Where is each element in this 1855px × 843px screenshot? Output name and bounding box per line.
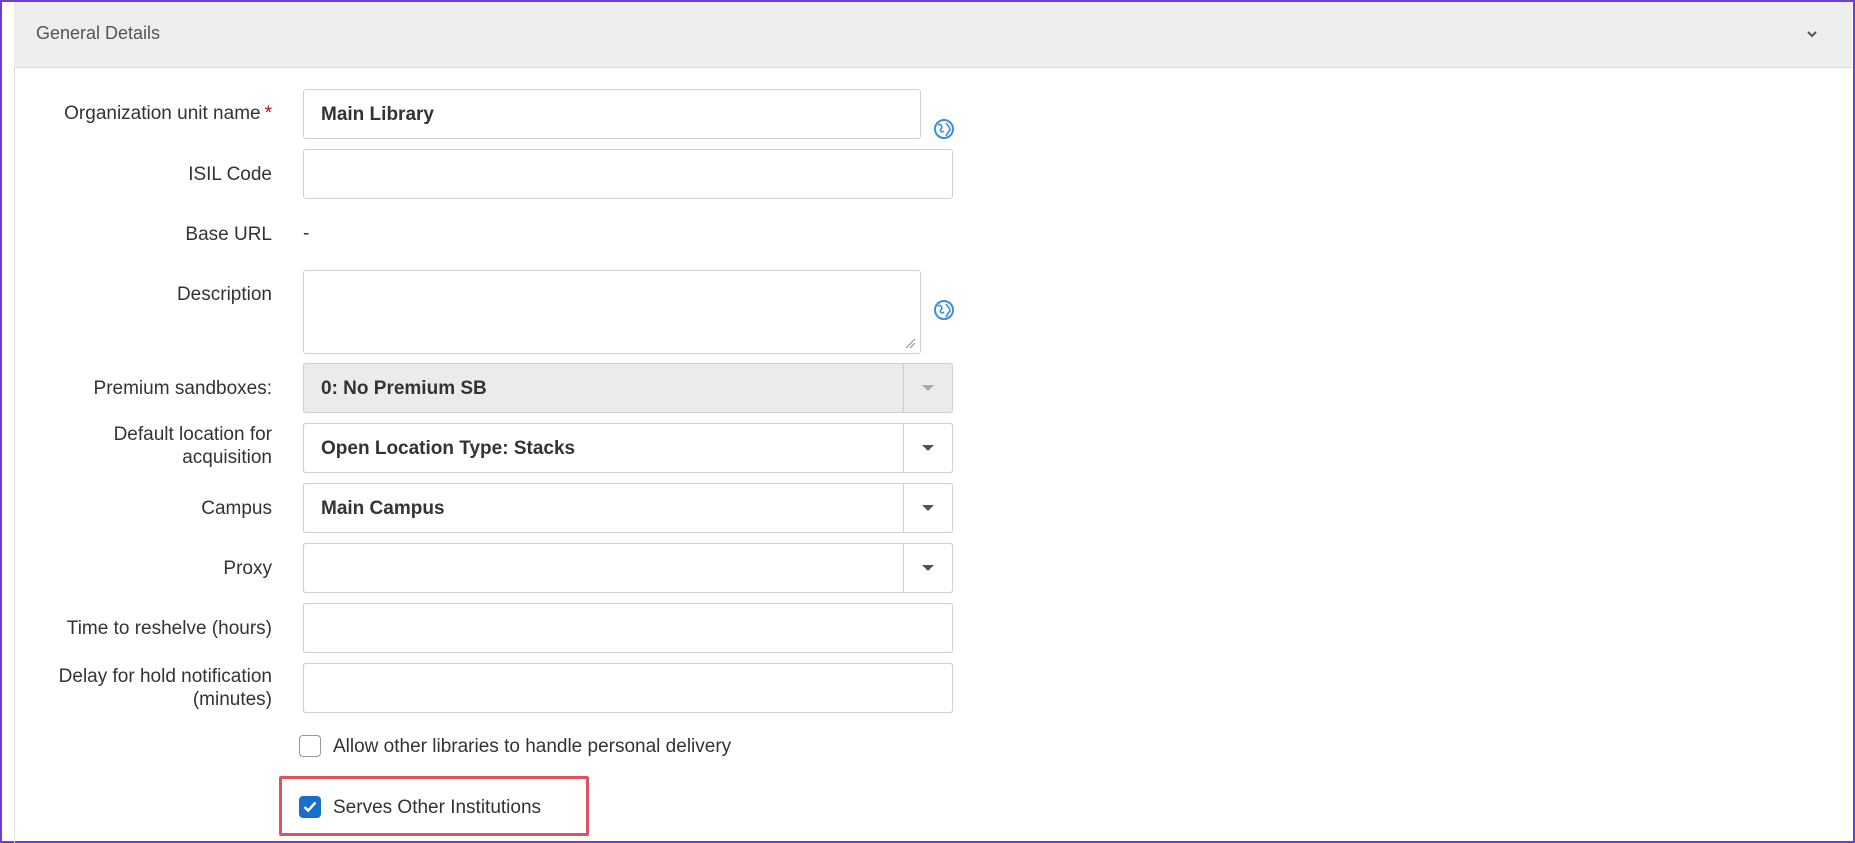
premium-sandboxes-select: 0: No Premium SB	[303, 363, 953, 413]
base-url-label: Base URL	[185, 224, 272, 245]
section-title: General Details	[36, 23, 161, 43]
resize-handle-icon[interactable]	[904, 337, 916, 349]
section-header-general-details[interactable]: General Details	[14, 2, 1852, 68]
campus-label: Campus	[201, 498, 272, 519]
isil-code-label: ISIL Code	[188, 164, 272, 185]
delay-hold-label: Delay for hold notification (minutes)	[58, 666, 272, 710]
time-to-reshelve-input[interactable]	[303, 603, 953, 653]
allow-personal-delivery-checkbox[interactable]	[299, 735, 321, 757]
time-to-reshelve-label: Time to reshelve (hours)	[66, 618, 272, 639]
default-location-label: Default location for acquisition	[113, 424, 272, 468]
checkmark-icon	[303, 801, 317, 813]
premium-sandboxes-label: Premium sandboxes:	[93, 378, 272, 399]
campus-select[interactable]: Main Campus	[303, 483, 953, 533]
chevron-down-icon[interactable]	[1802, 24, 1822, 44]
campus-value: Main Campus	[321, 498, 445, 519]
delay-hold-input[interactable]	[303, 663, 953, 713]
serves-other-institutions-label[interactable]: Serves Other Institutions	[333, 797, 541, 819]
page-frame	[0, 0, 1855, 843]
default-location-select[interactable]: Open Location Type: Stacks	[303, 423, 953, 473]
description-textarea[interactable]	[303, 270, 921, 354]
panel-left-border	[14, 68, 15, 843]
org-unit-name-value: Main Library	[321, 104, 434, 125]
caret-down-icon[interactable]	[922, 505, 934, 511]
premium-sandboxes-value: 0: No Premium SB	[321, 378, 487, 399]
org-unit-name-label: Organization unit name *	[64, 103, 272, 124]
allow-personal-delivery-label[interactable]: Allow other libraries to handle personal…	[333, 736, 731, 758]
description-label: Description	[176, 284, 272, 305]
isil-code-input[interactable]	[303, 149, 953, 199]
base-url-value: -	[303, 223, 310, 244]
org-unit-name-input[interactable]: Main Library	[303, 89, 921, 139]
caret-down-icon[interactable]	[922, 445, 934, 451]
caret-down-icon	[922, 385, 934, 391]
globe-icon[interactable]	[933, 299, 955, 321]
default-location-value: Open Location Type: Stacks	[321, 438, 576, 459]
caret-down-icon[interactable]	[922, 565, 934, 571]
serves-other-institutions-checkbox[interactable]	[299, 796, 321, 818]
required-mark: *	[264, 103, 272, 124]
globe-icon[interactable]	[933, 118, 955, 140]
proxy-select[interactable]	[303, 543, 953, 593]
proxy-label: Proxy	[223, 558, 272, 579]
